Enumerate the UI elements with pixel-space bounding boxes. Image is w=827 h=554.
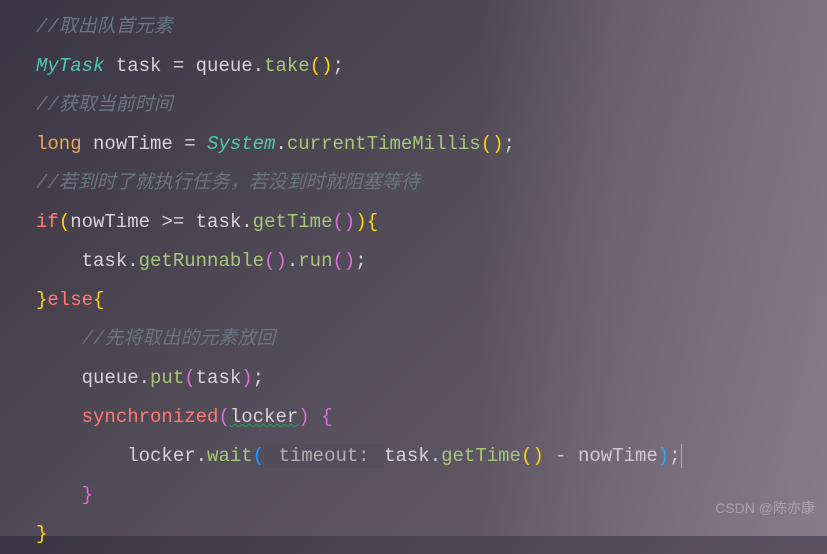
argument: task [196, 367, 242, 389]
keyword: long [36, 133, 82, 155]
keyword-else: else [47, 289, 93, 311]
semicolon: ; [355, 250, 366, 272]
text-cursor [681, 444, 682, 468]
code-line-5[interactable]: //若到时了就执行任务，若没到时就阻塞等待 [36, 164, 827, 203]
paren-open: ( [59, 211, 70, 233]
dot: . [196, 445, 207, 467]
parameter-hint: timeout: [264, 444, 384, 468]
paren-close: ) [658, 445, 669, 467]
brace-open: { [93, 289, 104, 311]
dot: . [241, 211, 252, 233]
variable-name: task [184, 211, 241, 233]
brace-close: } [82, 484, 93, 506]
paren-close: ) [355, 211, 366, 233]
parentheses: () [333, 211, 356, 233]
parentheses: () [310, 55, 333, 77]
variable-name: nowTime [70, 211, 161, 233]
dot: . [127, 250, 138, 272]
comment-text: //若到时了就执行任务，若没到时就阻塞等待 [36, 172, 420, 194]
code-line-10[interactable]: queue.put(task); [36, 359, 827, 398]
semicolon: ; [253, 367, 264, 389]
variable-locker: locker [230, 406, 298, 428]
operator: - [555, 445, 566, 467]
brace-open: { [367, 211, 378, 233]
brace-close: } [36, 289, 47, 311]
watermark-text: CSDN @陈亦康 [715, 489, 815, 528]
code-line-6[interactable]: if(nowTime >= task.getTime()){ [36, 203, 827, 242]
method-name: take [264, 55, 310, 77]
parentheses: () [264, 250, 287, 272]
brace-close: } [36, 523, 47, 545]
variable-name: locker [127, 445, 195, 467]
code-line-12[interactable]: locker.wait( timeout: task.getTime() - n… [36, 437, 827, 476]
dot: . [287, 250, 298, 272]
argument: task [384, 445, 430, 467]
variable-name: nowTime [567, 445, 658, 467]
paren-open: ( [253, 445, 264, 467]
variable-name: queue [82, 367, 139, 389]
paren-open: ( [184, 367, 195, 389]
code-line-3[interactable]: //获取当前时间 [36, 86, 827, 125]
keyword-synchronized: synchronized [82, 406, 219, 428]
operator: = [184, 133, 195, 155]
comment-text: //获取当前时间 [36, 94, 173, 116]
keyword-if: if [36, 211, 59, 233]
code-line-2[interactable]: MyTask task = queue.take(); [36, 47, 827, 86]
method-name: getTime [253, 211, 333, 233]
code-line-9[interactable]: //先将取出的元素放回 [36, 320, 827, 359]
code-line-1[interactable]: //取出队首元素 [36, 8, 827, 47]
operator: >= [161, 211, 184, 233]
variable-name: nowTime [82, 133, 185, 155]
brace-open: { [321, 406, 332, 428]
parentheses: () [332, 250, 355, 272]
paren-open: ( [218, 406, 229, 428]
semicolon: ; [504, 133, 515, 155]
method-name: getTime [441, 445, 521, 467]
type-name: MyTask [36, 55, 104, 77]
dot: . [275, 133, 286, 155]
code-line-7[interactable]: task.getRunnable().run(); [36, 242, 827, 281]
method-name: getRunnable [139, 250, 264, 272]
comment-text: //先将取出的元素放回 [82, 328, 276, 350]
comment-text: //取出队首元素 [36, 16, 173, 38]
paren-close: ) [298, 406, 309, 428]
dot: . [139, 367, 150, 389]
space [196, 133, 207, 155]
code-line-8[interactable]: }else{ [36, 281, 827, 320]
dot: . [430, 445, 441, 467]
class-name: System [207, 133, 275, 155]
space [310, 406, 321, 428]
parentheses: () [481, 133, 504, 155]
semicolon: ; [333, 55, 344, 77]
variable-name: queue [184, 55, 252, 77]
dot: . [253, 55, 264, 77]
paren-close: ) [241, 367, 252, 389]
method-name: put [150, 367, 184, 389]
method-name: currentTimeMillis [287, 133, 481, 155]
variable-name: task [82, 250, 128, 272]
space [544, 445, 555, 467]
method-name: run [298, 250, 332, 272]
semicolon: ; [669, 445, 680, 467]
code-line-14[interactable]: } [36, 515, 827, 554]
code-line-13[interactable]: } [36, 476, 827, 515]
code-line-4[interactable]: long nowTime = System.currentTimeMillis(… [36, 125, 827, 164]
method-name: wait [207, 445, 253, 467]
operator: = [173, 55, 184, 77]
code-line-11[interactable]: synchronized(locker) { [36, 398, 827, 437]
variable-name: task [104, 55, 172, 77]
parentheses: () [521, 445, 544, 467]
